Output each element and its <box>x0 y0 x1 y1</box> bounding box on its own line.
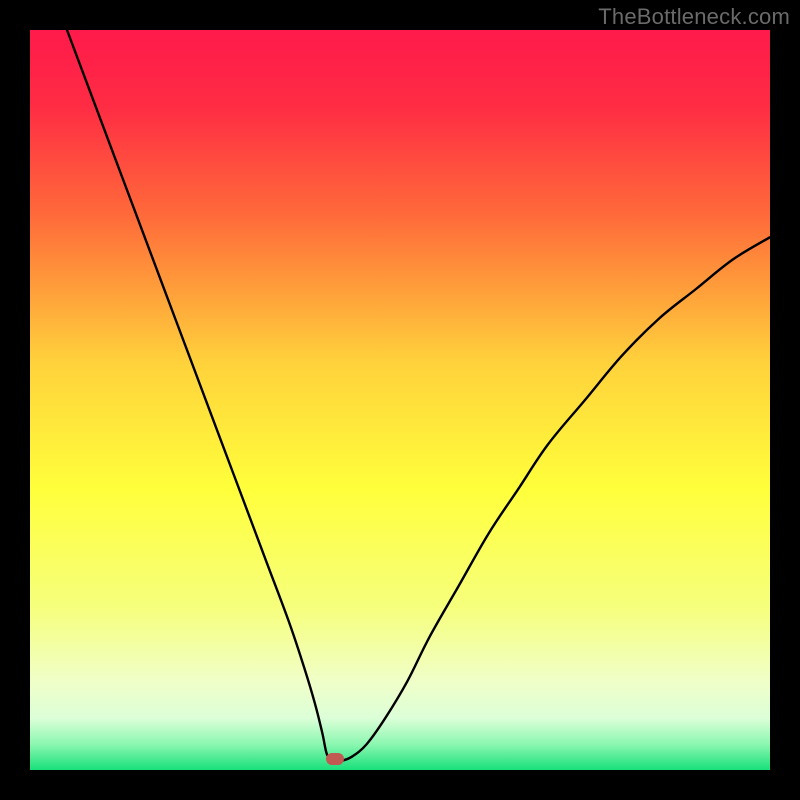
chart-frame: TheBottleneck.com <box>0 0 800 800</box>
selection-marker <box>326 753 344 765</box>
plot-svg <box>30 30 770 770</box>
plot-background <box>30 30 770 770</box>
watermark-text: TheBottleneck.com <box>598 4 790 30</box>
plot-area <box>30 30 770 770</box>
